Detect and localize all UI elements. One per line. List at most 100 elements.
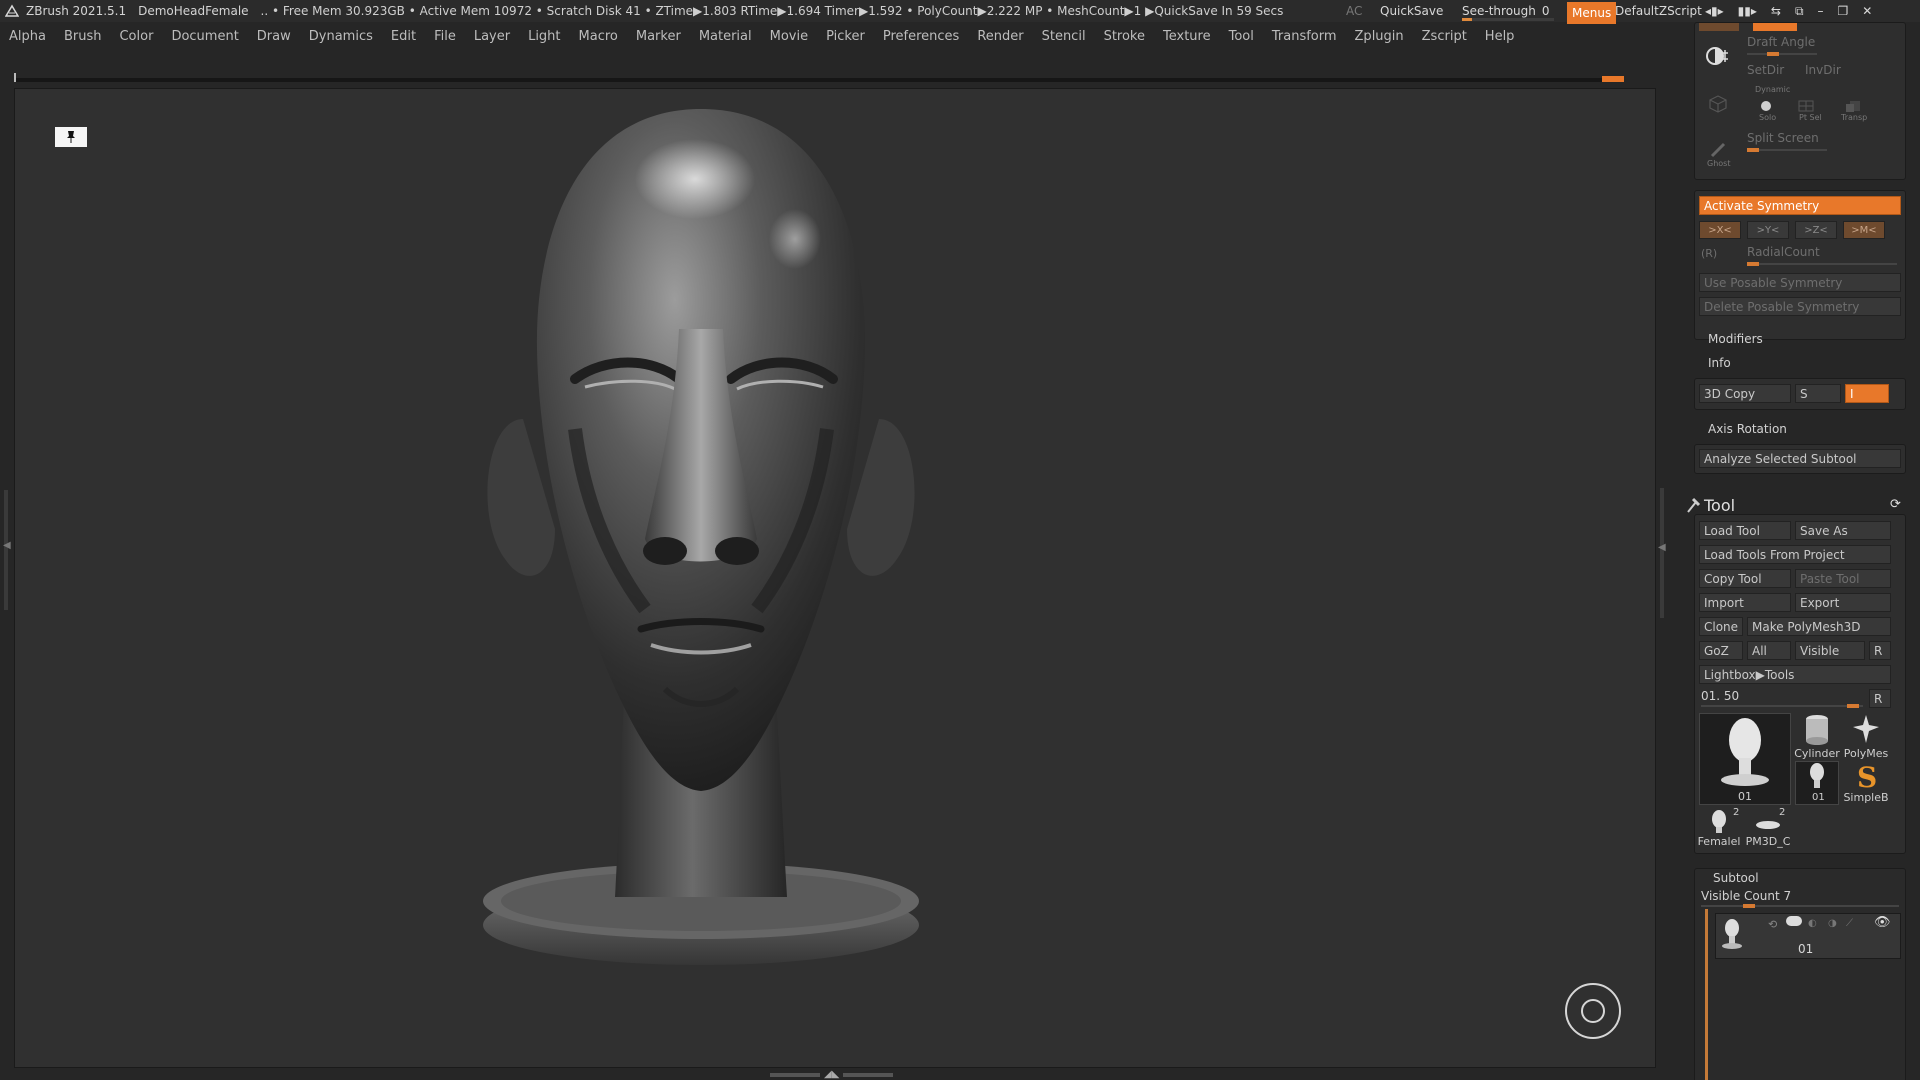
polymesh-thumbnail[interactable]: PolyMes bbox=[1841, 713, 1891, 760]
import-button[interactable]: Import bbox=[1699, 593, 1791, 612]
export-button[interactable]: Export bbox=[1795, 593, 1891, 612]
menu-zplugin[interactable]: Zplugin bbox=[1346, 29, 1413, 44]
menu-alpha[interactable]: Alpha bbox=[0, 29, 55, 44]
cube-icon[interactable] bbox=[1703, 89, 1733, 119]
menu-macro[interactable]: Macro bbox=[570, 29, 627, 44]
3d-copy-button[interactable]: 3D Copy bbox=[1699, 384, 1791, 403]
head-model-render[interactable] bbox=[15, 89, 1656, 1068]
menu-layer[interactable]: Layer bbox=[465, 29, 519, 44]
menu-stencil[interactable]: Stencil bbox=[1033, 29, 1095, 44]
menu-draw[interactable]: Draw bbox=[248, 29, 300, 44]
menu-picker[interactable]: Picker bbox=[817, 29, 874, 44]
paste-tool-button[interactable]: Paste Tool bbox=[1795, 569, 1891, 588]
radial-count-label[interactable]: RadialCount bbox=[1747, 245, 1820, 259]
subtool-title[interactable]: Subtool bbox=[1713, 871, 1759, 885]
analyze-selected-subtool-button[interactable]: Analyze Selected Subtool bbox=[1699, 449, 1901, 468]
modifiers-subpalette[interactable]: Modifiers bbox=[1708, 332, 1763, 346]
refresh-icon[interactable]: ⟳ bbox=[1890, 497, 1901, 512]
right-tray-arrow-icon[interactable]: ◀ bbox=[1658, 542, 1666, 553]
document-canvas[interactable] bbox=[14, 88, 1656, 1068]
subtool-scrollbar[interactable] bbox=[1705, 909, 1708, 1080]
default-zscript-button[interactable]: DefaultZScript bbox=[1615, 0, 1702, 22]
menu-tool[interactable]: Tool bbox=[1220, 29, 1263, 44]
subtool-dynamesh-icon[interactable]: ⟋ bbox=[1846, 918, 1853, 929]
delete-posable-symmetry-button[interactable]: Delete Posable Symmetry bbox=[1699, 297, 1901, 316]
visible-count-label[interactable]: Visible Count 7 bbox=[1701, 889, 1791, 903]
transform-tab-active[interactable] bbox=[1753, 23, 1797, 31]
load-tools-from-project-button[interactable]: Load Tools From Project bbox=[1699, 545, 1891, 564]
head-small-thumbnail[interactable]: 01 bbox=[1795, 761, 1839, 805]
subtool-filter-icon[interactable]: ⟲ bbox=[1768, 918, 1777, 931]
transform-tab-left[interactable] bbox=[1699, 23, 1739, 31]
menu-render[interactable]: Render bbox=[968, 29, 1032, 44]
right-tray-handle[interactable] bbox=[1660, 488, 1664, 618]
left-tray-arrow-icon[interactable]: ◀ bbox=[3, 540, 11, 551]
draft-angle-label[interactable]: Draft Angle bbox=[1747, 35, 1815, 49]
menu-document[interactable]: Document bbox=[162, 29, 247, 44]
goz-button[interactable]: GoZ bbox=[1699, 641, 1743, 660]
radial-count-slider[interactable] bbox=[1747, 262, 1897, 266]
menus-toggle[interactable]: Menus bbox=[1567, 2, 1617, 24]
goz-r-button[interactable]: R bbox=[1869, 641, 1891, 660]
load-tool-button[interactable]: Load Tool bbox=[1699, 521, 1791, 540]
close-icon[interactable]: ✕ bbox=[1862, 4, 1872, 18]
subtool-polypaint-icon[interactable]: ◐ bbox=[1808, 918, 1817, 929]
save-as-button[interactable]: Save As bbox=[1795, 521, 1891, 540]
subtool-eye-icon[interactable]: 👁 bbox=[1874, 915, 1891, 930]
make-polymesh3d-button[interactable]: Make PolyMesh3D bbox=[1747, 617, 1891, 636]
goz-visible-button[interactable]: Visible bbox=[1795, 641, 1865, 660]
menu-edit[interactable]: Edit bbox=[382, 29, 425, 44]
menu-transform[interactable]: Transform bbox=[1263, 29, 1346, 44]
lightbox-tools-button[interactable]: Lightbox▶Tools bbox=[1699, 665, 1891, 684]
menu-help[interactable]: Help bbox=[1476, 29, 1524, 44]
info-subpalette[interactable]: Info bbox=[1708, 356, 1731, 370]
current-tool-slider[interactable] bbox=[1701, 704, 1863, 708]
subtool-toggle-icon[interactable] bbox=[1786, 916, 1802, 926]
symmetry-x-button[interactable]: >X< bbox=[1699, 221, 1741, 239]
layout-icon[interactable]: ◂▮▸ bbox=[1705, 4, 1724, 18]
swap-icon[interactable]: ⇆ bbox=[1771, 4, 1781, 18]
restore-icon[interactable]: ⧉ bbox=[1795, 4, 1804, 19]
layout-alt-icon[interactable]: ▮▮▸ bbox=[1738, 4, 1757, 18]
menu-stroke[interactable]: Stroke bbox=[1095, 29, 1154, 44]
split-screen-slider[interactable] bbox=[1747, 148, 1827, 152]
invdir-button[interactable]: InvDir bbox=[1805, 63, 1841, 77]
menu-light[interactable]: Light bbox=[519, 29, 569, 44]
clone-button[interactable]: Clone bbox=[1699, 617, 1743, 636]
tool-r-button[interactable]: R bbox=[1869, 689, 1891, 708]
navigation-gizmo-icon[interactable] bbox=[1565, 983, 1621, 1039]
visible-count-slider[interactable] bbox=[1701, 904, 1899, 908]
menu-marker[interactable]: Marker bbox=[627, 29, 690, 44]
maximize-icon[interactable]: ❐ bbox=[1838, 4, 1849, 18]
radial-r-button[interactable]: (R) bbox=[1701, 247, 1717, 260]
menu-movie[interactable]: Movie bbox=[761, 29, 817, 44]
axis-rotation-subpalette[interactable]: Axis Rotation bbox=[1708, 422, 1787, 436]
draft-angle-slider[interactable] bbox=[1747, 52, 1817, 56]
symmetry-y-button[interactable]: >Y< bbox=[1747, 221, 1789, 239]
bottom-tray-handle[interactable]: ◢◣ bbox=[770, 1070, 900, 1080]
bottom-tray-arrow-icon[interactable]: ◢◣ bbox=[824, 1070, 839, 1080]
symmetry-m-button[interactable]: >M< bbox=[1843, 221, 1885, 239]
pm3d-thumbnail[interactable]: PM3D_C bbox=[1743, 809, 1793, 848]
see-through-slider[interactable]: See-through 0 bbox=[1462, 0, 1554, 22]
activate-symmetry-button[interactable]: Activate Symmetry bbox=[1699, 196, 1901, 215]
cylinder-thumbnail[interactable]: Cylinder bbox=[1794, 713, 1840, 760]
menu-file[interactable]: File bbox=[425, 29, 465, 44]
menu-zscript[interactable]: Zscript bbox=[1413, 29, 1476, 44]
minimize-icon[interactable]: – bbox=[1818, 4, 1824, 18]
pin-icon[interactable] bbox=[55, 127, 87, 147]
simpleb-thumbnail[interactable]: S SimpleB bbox=[1841, 761, 1891, 804]
copy-tool-button[interactable]: Copy Tool bbox=[1699, 569, 1791, 588]
i-button[interactable]: I bbox=[1845, 384, 1889, 403]
timeline-cursor[interactable] bbox=[1602, 76, 1624, 82]
split-screen-button[interactable]: Split Screen bbox=[1747, 131, 1819, 145]
contrast-icon[interactable] bbox=[1703, 41, 1733, 71]
current-tool-thumbnail[interactable]: 01 bbox=[1699, 713, 1791, 805]
quicksave-button[interactable]: QuickSave bbox=[1380, 0, 1443, 22]
subtool-material-icon[interactable]: ◑ bbox=[1828, 918, 1837, 929]
menu-texture[interactable]: Texture bbox=[1154, 29, 1220, 44]
ac-toggle[interactable]: AC bbox=[1346, 0, 1362, 22]
subtool-item[interactable]: ⟲ ◐ ◑ ⟋ 👁 01 bbox=[1715, 913, 1901, 959]
setdir-button[interactable]: SetDir bbox=[1747, 63, 1784, 77]
menu-color[interactable]: Color bbox=[110, 29, 162, 44]
